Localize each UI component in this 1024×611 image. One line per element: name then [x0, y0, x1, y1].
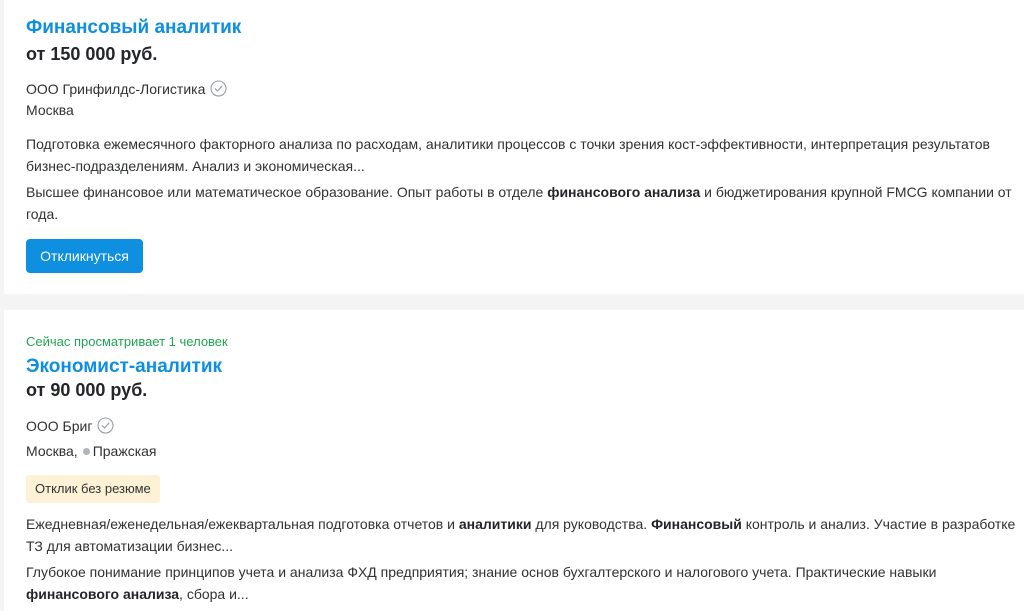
viewers-count: Сейчас просматривает 1 человек [26, 334, 228, 349]
employer-row: ООО Гринфилдс-Логистика [26, 80, 227, 97]
check-circle-icon [97, 417, 115, 434]
vacancy-salary: от 150 000 руб. [26, 44, 158, 64]
metro-dot-icon [82, 447, 90, 455]
vacancy-responsibility: Подготовка ежемесячного факторного анали… [26, 136, 990, 174]
vacancy-location: Москва, Пражская [26, 443, 157, 459]
employer-link[interactable]: ООО Бриг [26, 418, 92, 434]
highlight-text: Финансовый [651, 516, 742, 532]
requirement-text: Глубокое понимание принципов учета и ана… [26, 564, 937, 580]
employer-row: ООО Бриг [26, 417, 115, 434]
highlight-text: аналитики [458, 516, 532, 532]
vacancy-title-link[interactable]: Финансовый аналитик [26, 17, 241, 39]
requirement-text: Высшее финансовое или математическое обр… [26, 184, 548, 200]
vacancy-requirement: Глубокое понимание принципов учета и ана… [26, 561, 1024, 605]
no-resume-badge: Отклик без резюме [26, 475, 160, 503]
vacancy-title-link[interactable]: Экономист-аналитик [26, 356, 222, 378]
highlight-text: финансового анализа [26, 586, 180, 602]
requirement-text: , сбора и... [179, 586, 249, 602]
metro-station: Пражская [92, 443, 157, 459]
check-circle-icon [210, 80, 227, 97]
vacancy-responsibility: Ежедневная/еженедельная/ежеквартальная п… [26, 513, 1024, 557]
vacancy-city: Москва [26, 102, 74, 118]
employer-link[interactable]: ООО Гринфилдс-Логистика [26, 81, 205, 97]
vacancy-card: Сейчас просматривает 1 человек Экономист… [4, 310, 1024, 611]
responsibility-text: Ежедневная/еженедельная/ежеквартальная п… [26, 516, 459, 532]
vacancy-salary: от 90 000 руб. [26, 380, 148, 400]
vacancy-city: Москва, [26, 443, 78, 459]
vacancy-card: Финансовый аналитик от 150 000 руб. ООО … [4, 0, 1024, 294]
respond-button[interactable]: Откликнуться [26, 239, 143, 273]
highlight-text: финансового анализа [547, 184, 701, 200]
responsibility-text: для руководства. [531, 516, 652, 532]
vacancy-requirement: Высшее финансовое или математическое обр… [26, 181, 1024, 225]
